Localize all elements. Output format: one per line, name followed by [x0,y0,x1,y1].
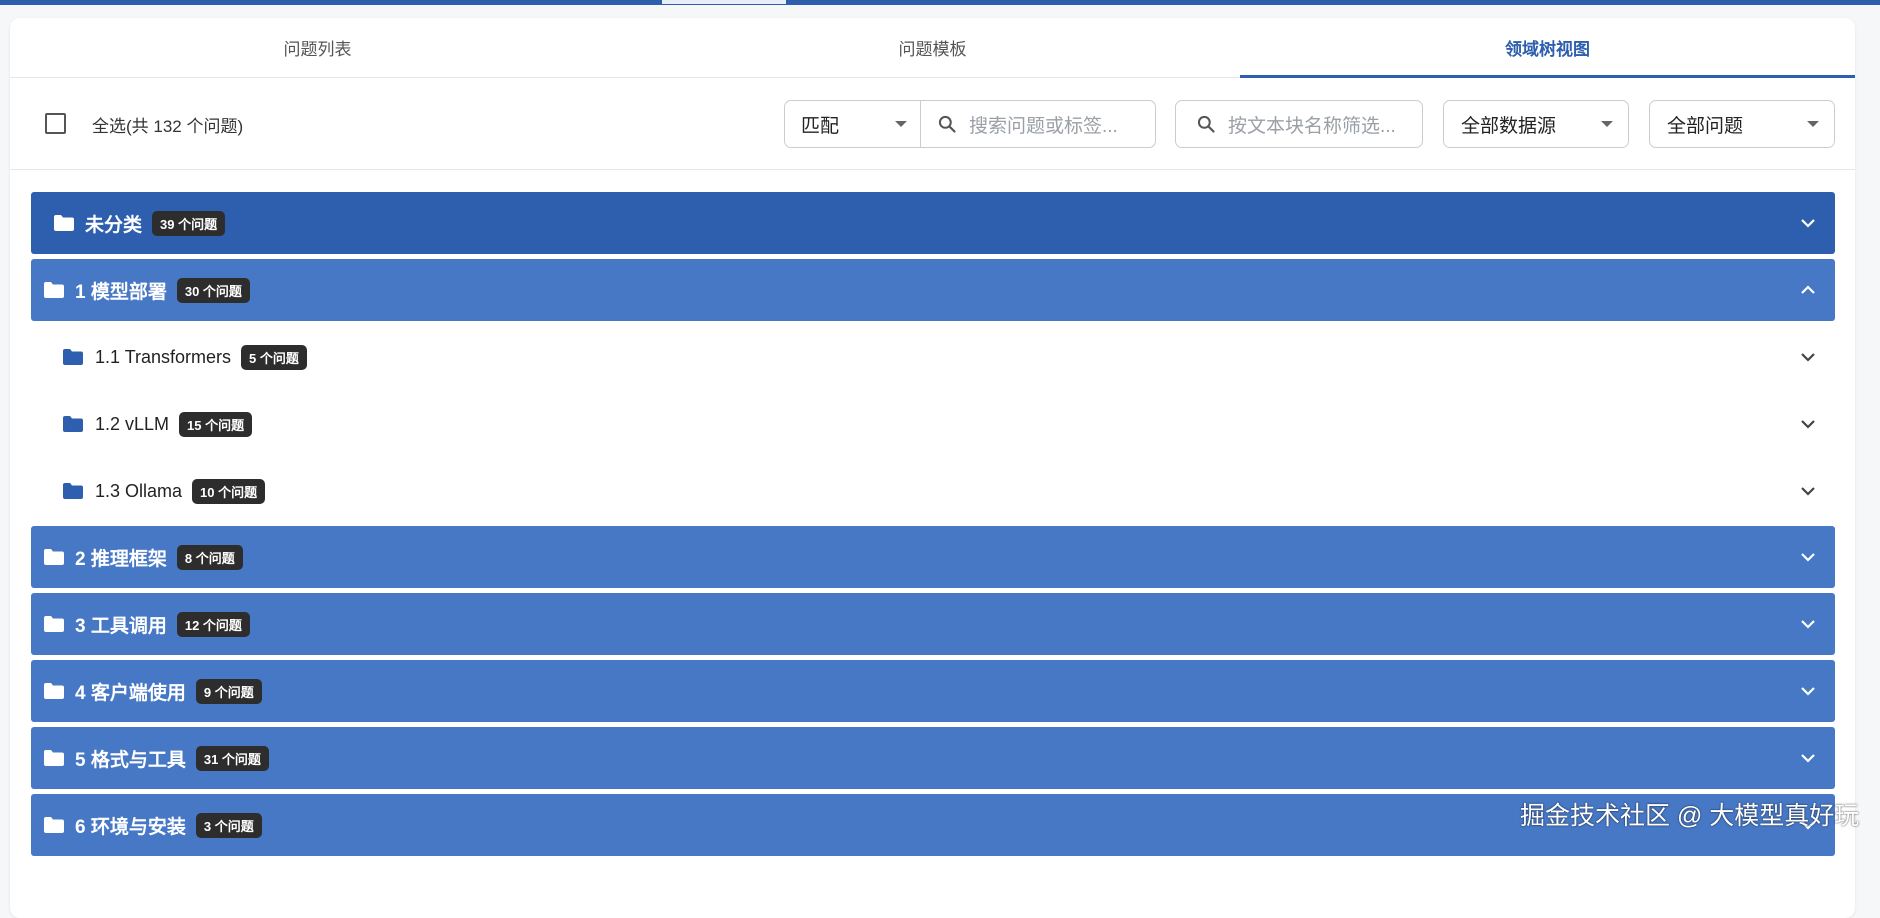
tree-node-transformers[interactable]: 1.1 Transformers 5 个问题 [31,326,1835,388]
tree-node-vllm[interactable]: 1.2 vLLM 15 个问题 [31,393,1835,455]
question-filter-select[interactable]: 全部问题 [1649,100,1835,148]
tree-node-tool-calling[interactable]: 3 工具调用 12 个问题 [31,593,1835,655]
folder-icon [44,817,64,833]
count-badge: 15 个问题 [179,411,253,437]
count-badge: 9 个问题 [195,678,262,704]
match-mode-select[interactable]: 匹配 [784,100,923,148]
count-badge: 30 个问题 [176,277,250,303]
question-filter-value: 全部问题 [1667,115,1744,137]
search-icon [1197,115,1215,133]
chevron-down-icon[interactable] [1799,415,1817,433]
chevron-down-icon[interactable] [1799,749,1817,767]
select-all-checkbox[interactable] [45,113,66,134]
folder-icon [44,750,64,766]
caret-down-icon [1807,121,1819,127]
caret-down-icon [895,121,907,127]
match-mode-value: 匹配 [801,115,840,137]
tree-node-label: 3 工具调用 [75,615,167,637]
chevron-down-icon[interactable] [1799,348,1817,366]
top-accent-bar [0,0,1880,5]
block-name-filter-input[interactable]: 按文本块名称筛选... [1175,100,1423,148]
tree-node-format-tools[interactable]: 5 格式与工具 31 个问题 [31,727,1835,789]
tree-node-label: 4 客户端使用 [75,682,186,704]
tree-node-inference-framework[interactable]: 2 推理框架 8 个问题 [31,526,1835,588]
datasource-value: 全部数据源 [1461,115,1557,137]
tab-question-list[interactable]: 问题列表 [10,18,625,77]
tree-node-ollama[interactable]: 1.3 Ollama 10 个问题 [31,460,1835,522]
chevron-down-icon[interactable] [1799,548,1817,566]
tree-node-label: 2 推理框架 [75,548,167,570]
tree-node-label: 未分类 [85,214,143,236]
question-search-placeholder: 搜索问题或标签... [969,115,1118,137]
tree-node-label: 5 格式与工具 [75,749,186,771]
question-search-input[interactable]: 搜索问题或标签... [920,100,1156,148]
chevron-down-icon[interactable] [1799,615,1817,633]
chevron-up-icon[interactable] [1799,281,1817,299]
count-badge: 3 个问题 [195,812,262,838]
folder-icon [54,215,74,231]
tree-node-label: 1.1 Transformers [95,346,232,367]
search-icon [938,115,956,133]
chevron-down-icon[interactable] [1799,214,1817,232]
count-badge: 12 个问题 [176,611,250,637]
count-badge: 5 个问题 [241,344,307,370]
watermark: 掘金技术社区 @ 大模型真好玩 [1520,802,1860,830]
tree-node-label: 1 模型部署 [75,281,167,303]
folder-icon [44,549,64,565]
folder-icon [63,349,83,365]
count-badge: 39 个问题 [152,210,226,236]
chevron-down-icon[interactable] [1799,682,1817,700]
tree-node-label: 6 环境与安装 [75,816,186,838]
tree-node-uncategorized[interactable]: 未分类 39 个问题 [31,192,1835,254]
view-tabs: 问题列表 问题模板 领域树视图 [10,18,1855,78]
count-badge: 31 个问题 [195,745,269,771]
folder-icon [44,616,64,632]
chevron-down-icon[interactable] [1799,482,1817,500]
select-all-label: 全选(共 132 个问题) [92,117,244,136]
folder-icon [44,683,64,699]
tree-node-label: 1.2 vLLM [95,413,170,434]
tree-node-client-usage[interactable]: 4 客户端使用 9 个问题 [31,660,1835,722]
filter-toolbar: 全选(共 132 个问题) 匹配 搜索问题或标签... 按文本块名称筛选... … [10,78,1855,170]
count-badge: 10 个问题 [192,478,266,504]
folder-icon [63,416,83,432]
top-tab-indicator [662,0,786,4]
count-badge: 8 个问题 [176,544,243,570]
block-filter-placeholder: 按文本块名称筛选... [1228,115,1396,137]
tab-domain-tree[interactable]: 领域树视图 [1240,18,1855,78]
datasource-select[interactable]: 全部数据源 [1443,100,1629,148]
tree-node-label: 1.3 Ollama [95,480,183,501]
folder-icon [63,483,83,499]
tab-question-templates[interactable]: 问题模板 [625,18,1240,77]
caret-down-icon [1601,121,1613,127]
tree-node-model-deploy[interactable]: 1 模型部署 30 个问题 [31,259,1835,321]
folder-icon [44,282,64,298]
